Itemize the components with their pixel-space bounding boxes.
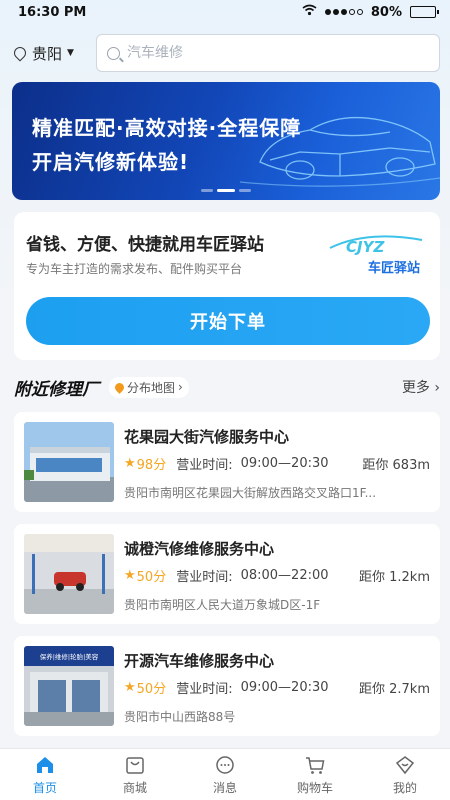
signal-icon [324, 9, 363, 15]
start-order-button[interactable]: 开始下单 [26, 297, 430, 345]
message-icon [216, 755, 234, 774]
caret-down-icon: ▼ [67, 48, 74, 58]
shop-card[interactable]: 花果园大街汽修服务中心 ★ 98分 营业时间: 09:00—20:30 距你 6… [14, 412, 440, 512]
shop-photo: 保养|维修|轮胎|美容 [24, 646, 114, 726]
search-box[interactable] [96, 34, 440, 72]
promo-subtitle: 专为车主打造的需求发布、配件购买平台 [26, 262, 243, 276]
map-link-label: 分布地图 [127, 380, 176, 395]
map-pin-icon [113, 380, 126, 394]
shop-hours: 09:00—20:30 [240, 456, 329, 471]
shop-distance: 距你 1.2km [359, 570, 430, 585]
shop-address: 贵阳市南明区花果园大街解放西路交叉路口1F... [124, 486, 377, 500]
city-label: 贵阳 [32, 44, 63, 63]
search-input[interactable] [127, 45, 439, 61]
banner-subheadline: 开启汽修新体验! [32, 150, 190, 174]
shop-name: 开源汽车维修服务中心 [124, 652, 275, 670]
shop-card[interactable]: 诚橙汽修维修服务中心 ★ 50分 营业时间: 08:00—22:00 距你 1.… [14, 524, 440, 624]
mall-icon [126, 756, 144, 774]
shop-sign-text: 保养|维修|轮胎|美容 [40, 652, 99, 661]
chevron-right-icon: › [178, 380, 183, 394]
shop-score: 50分 [136, 570, 167, 585]
shop-distance: 距你 683m [362, 458, 430, 473]
battery-icon [410, 6, 439, 18]
tab-label: 商城 [122, 780, 147, 795]
shop-card[interactable]: 保养|维修|轮胎|美容 开源汽车维修服务中心 ★ 50分 营业时间: 09:00… [14, 636, 440, 736]
status-indicators: 80% [302, 4, 439, 20]
logo-graphic-icon: CJYZ [329, 235, 423, 256]
shop-address: 贵阳市南明区人民大道万象城D区-1F [124, 598, 321, 612]
shop-name: 花果园大街汽修服务中心 [124, 428, 290, 446]
tab-mall[interactable]: 商城 [90, 749, 180, 800]
banner-headline: 精准匹配·高效对接·全程保障 [32, 116, 302, 140]
shop-address: 贵阳市中山西路88号 [124, 710, 236, 724]
shop-meta: ★ 98分 营业时间: 09:00—20:30 距你 683m [124, 454, 430, 473]
status-bar: 16:30 PM 80% [0, 0, 450, 24]
star-icon: ★ [124, 456, 136, 471]
promo-card: 省钱、方便、快捷就用车匠驿站 专为车主打造的需求发布、配件购买平台 CJYZ 车… [14, 212, 440, 360]
pagination-dot [201, 189, 213, 192]
shop-score: 50分 [136, 682, 167, 697]
distribution-map-link[interactable]: 分布地图 › [109, 376, 189, 398]
tab-home[interactable]: 首页 [0, 749, 90, 800]
cart-icon [306, 756, 325, 774]
bottom-tab-bar: 首页 商城 消息 购物车 我的 [0, 748, 450, 800]
tab-profile[interactable]: 我的 [360, 749, 450, 800]
tab-cart[interactable]: 购物车 [270, 749, 360, 800]
shop-meta: ★ 50分 营业时间: 09:00—20:30 距你 2.7km [124, 678, 430, 697]
banner-pagination [12, 189, 440, 192]
status-time: 16:30 PM [18, 4, 87, 20]
star-icon: ★ [124, 680, 136, 695]
star-icon: ★ [124, 568, 136, 583]
location-pin-icon [11, 44, 29, 62]
city-selector[interactable]: 贵阳 ▼ [11, 43, 96, 64]
tab-label: 首页 [32, 780, 57, 795]
tab-messages[interactable]: 消息 [180, 749, 270, 800]
profile-icon [395, 755, 415, 774]
tab-label: 我的 [392, 780, 417, 795]
hours-label: 营业时间: [176, 458, 233, 473]
promo-headline: 省钱、方便、快捷就用车匠驿站 [26, 235, 264, 255]
hours-label: 营业时间: [176, 570, 233, 585]
more-link[interactable]: 更多 › [402, 377, 440, 397]
pagination-dot [239, 189, 251, 192]
battery-percent: 80% [370, 4, 402, 20]
shop-hours: 08:00—22:00 [240, 568, 329, 583]
nearby-section-header: 附近修理厂 分布地图 › 更多 › [14, 374, 440, 400]
logo-text: CJYZ [346, 238, 385, 256]
tab-label: 消息 [212, 780, 237, 795]
shop-photo [24, 534, 114, 614]
shop-distance: 距你 2.7km [359, 682, 430, 697]
shop-photo [24, 422, 114, 502]
shop-meta: ★ 50分 营业时间: 08:00—22:00 距你 1.2km [124, 566, 430, 585]
pagination-dot-active [217, 189, 235, 192]
nearby-title: 附近修理厂 [14, 379, 99, 400]
wifi-icon [302, 4, 317, 20]
shop-name: 诚橙汽修维修服务中心 [124, 540, 275, 558]
shop-hours: 09:00—20:30 [240, 680, 329, 695]
promo-banner[interactable]: 精准匹配·高效对接·全程保障 开启汽修新体验! [12, 82, 440, 200]
tab-label: 购物车 [296, 780, 333, 795]
search-row: 贵阳 ▼ [11, 34, 440, 72]
home-icon [37, 756, 53, 773]
search-icon [107, 46, 120, 60]
shop-score: 98分 [136, 458, 167, 473]
logo-name: 车匠驿站 [367, 261, 420, 276]
more-label: 更多 [401, 380, 430, 396]
hours-label: 营业时间: [176, 682, 233, 697]
brand-logo: CJYZ 车匠驿站 [326, 226, 426, 276]
car-illustration-icon [240, 116, 440, 187]
